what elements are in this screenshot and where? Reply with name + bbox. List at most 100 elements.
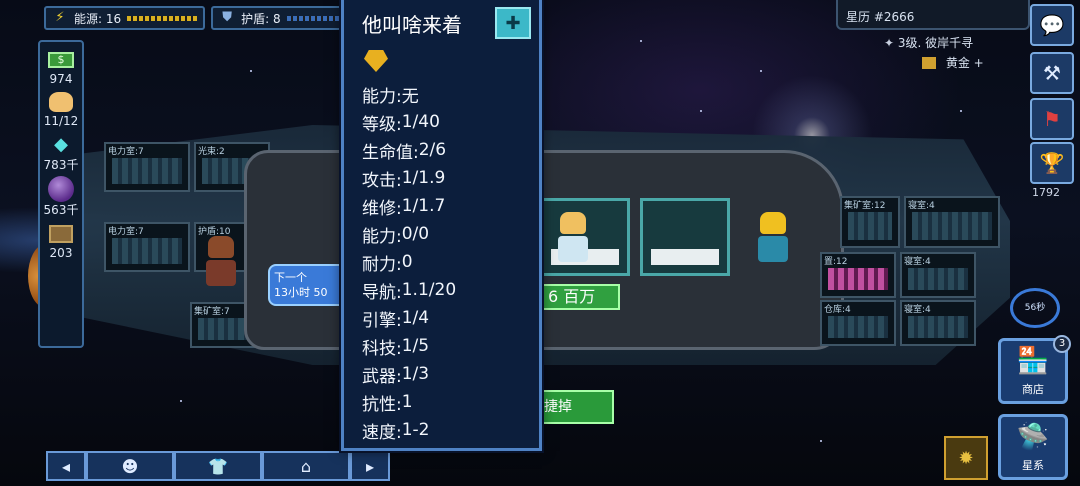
crew-helmet <box>760 212 786 234</box>
stat-label: 科技: <box>362 338 402 359</box>
stat-label: 生命值: <box>362 142 419 163</box>
tab-rooms[interactable]: ⌂ <box>262 451 350 481</box>
room-storage-1[interactable]: 置:12 <box>820 252 896 298</box>
tab-left-arrow[interactable]: ◂ <box>46 451 86 481</box>
chevron-right-icon: ▸ <box>365 456 375 476</box>
room-quarters-3[interactable]: 寝室:4 <box>900 300 976 346</box>
stat-label: 维修: <box>362 198 402 219</box>
gas-stat[interactable]: 563千 <box>43 176 79 218</box>
stat-row: 攻击: 1/1.9 <box>362 164 539 192</box>
shop-button[interactable]: 🏪 商店 3 <box>998 335 1071 404</box>
chat-button[interactable]: 💬 <box>1030 4 1074 46</box>
bubble-title: 下一个 <box>274 271 307 284</box>
crew-quarters-cabin[interactable] <box>640 198 730 276</box>
gas-orb-icon <box>46 176 76 202</box>
stat-row: 维修: 1/1.7 <box>362 192 539 220</box>
room-shield[interactable]: 护盾:10 <box>194 222 250 286</box>
crew-stat[interactable]: 11/12 <box>43 90 79 128</box>
stat-row: 能力: 0/0 <box>362 220 539 248</box>
stat-label: 速度: <box>362 422 402 443</box>
room-quarters-1[interactable]: 寝室:4 <box>904 196 1000 248</box>
stat-value: 1/40 <box>401 112 440 132</box>
supply-value: 203 <box>49 246 73 260</box>
trophy-button[interactable]: 🏆 <box>1030 142 1074 184</box>
shield-icon: ⛊ <box>222 10 233 25</box>
league-text: 黄金 + <box>945 56 984 70</box>
mineral-stat[interactable]: ◆ 783千 <box>44 132 79 173</box>
rank-text: 3级. 彼岸千寻 <box>897 36 974 50</box>
room-label: 集矿室:7 <box>194 307 230 317</box>
galaxy-label: 星系 <box>1022 459 1044 472</box>
action-button[interactable]: 捷掉 <box>540 390 614 424</box>
crew-name[interactable]: 他叫啥来着 <box>362 9 462 38</box>
alliance-button[interactable]: ⚑ <box>1030 98 1074 140</box>
money-value: 974 <box>49 72 73 86</box>
room-label: 置:12 <box>824 257 848 267</box>
star <box>180 400 182 402</box>
stat-value: 0/0 <box>401 224 430 244</box>
stardate-box: 星历 #2666 <box>836 0 1030 30</box>
crew-head <box>208 236 234 258</box>
building-icon: ⌂ <box>300 456 312 476</box>
hammer-icon: ⚒ <box>1043 61 1061 85</box>
stat-row: 导航: 1.1/20 <box>362 276 539 304</box>
tab-crew[interactable]: ☻ <box>86 451 174 481</box>
stat-value: 1-2 <box>401 420 430 440</box>
stat-row: 等级: 1/40 <box>362 108 539 136</box>
stat-label: 等级: <box>362 114 402 135</box>
reactor-machine <box>112 158 182 184</box>
tab-equipment[interactable]: 👕 <box>174 451 262 481</box>
stat-row: 生命值: 2/6 <box>362 136 539 164</box>
stat-label: 攻击: <box>362 170 402 191</box>
storage-cargo <box>828 268 888 290</box>
star <box>960 110 962 112</box>
gold-gem-icon <box>364 50 388 72</box>
build-timer-bubble[interactable]: 下一个 13小时 50 <box>268 264 348 306</box>
event-button[interactable]: ✹ <box>944 436 988 480</box>
league-indicator: 黄金 + <box>922 54 984 71</box>
bubble-timer: 13小时 50 <box>274 286 328 299</box>
resource-collect-popup[interactable]: 6 百万 <box>540 284 620 310</box>
room-reactor-1[interactable]: 电力室:7 <box>104 142 190 192</box>
room-quarters-2[interactable]: 寝室:4 <box>900 252 976 298</box>
galaxy-button[interactable]: 🛸 星系 <box>998 414 1068 480</box>
bunks <box>908 316 968 338</box>
tab-right-arrow[interactable]: ▸ <box>350 451 390 481</box>
storage-cargo <box>828 316 888 338</box>
stat-value: 1 <box>401 392 413 412</box>
crew-member-blonde[interactable] <box>556 212 590 262</box>
build-button[interactable]: ⚒ <box>1030 52 1074 94</box>
room-storage-2[interactable]: 仓库:4 <box>820 300 896 346</box>
shirt-icon: 👕 <box>208 456 228 476</box>
gold-league-icon <box>922 57 936 69</box>
star <box>640 40 642 42</box>
chevron-left-icon: ◂ <box>61 456 71 476</box>
shop-badge: 3 <box>1053 335 1071 353</box>
trophy-count: 1792 <box>1032 186 1060 199</box>
bed <box>651 249 719 265</box>
alliance-flag-icon: ⚑ <box>1043 107 1061 131</box>
galaxy-ufo-icon: 🛸 <box>1016 422 1050 452</box>
room-collector-right[interactable]: 集矿室:12 <box>840 196 900 248</box>
gas-value: 563千 <box>43 203 79 217</box>
room-reactor-2[interactable]: 电力室:7 <box>104 222 190 272</box>
crew-member-engineer[interactable] <box>756 212 790 262</box>
chat-bubble-icon: 💬 <box>1039 13 1065 37</box>
cooldown-timer: 56秒 <box>1010 288 1060 328</box>
supply-stat[interactable]: 203 <box>46 222 76 260</box>
money-icon: $ <box>46 48 76 72</box>
stat-label: 导航: <box>362 282 402 303</box>
bunks <box>912 212 992 240</box>
energy-label: 能源: 16 <box>74 11 122 26</box>
stat-row: 能力: 无 <box>362 80 539 108</box>
stat-list: 能力: 无等级: 1/40 生命值: 2/6 攻击: 1/1.9 维修: 1/1.7 能… <box>362 80 539 444</box>
stat-row: 速度: 1-2 <box>362 416 539 444</box>
stat-label: 能力: <box>362 86 402 107</box>
star <box>700 110 702 112</box>
engineer-icon[interactable]: ✚ <box>495 7 531 39</box>
event-emblem-icon: ✹ <box>958 447 974 469</box>
stat-value: 2/6 <box>418 140 447 160</box>
crew-member[interactable] <box>204 236 238 286</box>
money-stat[interactable]: $ 974 <box>46 48 76 86</box>
crew-value: 11/12 <box>43 114 79 128</box>
